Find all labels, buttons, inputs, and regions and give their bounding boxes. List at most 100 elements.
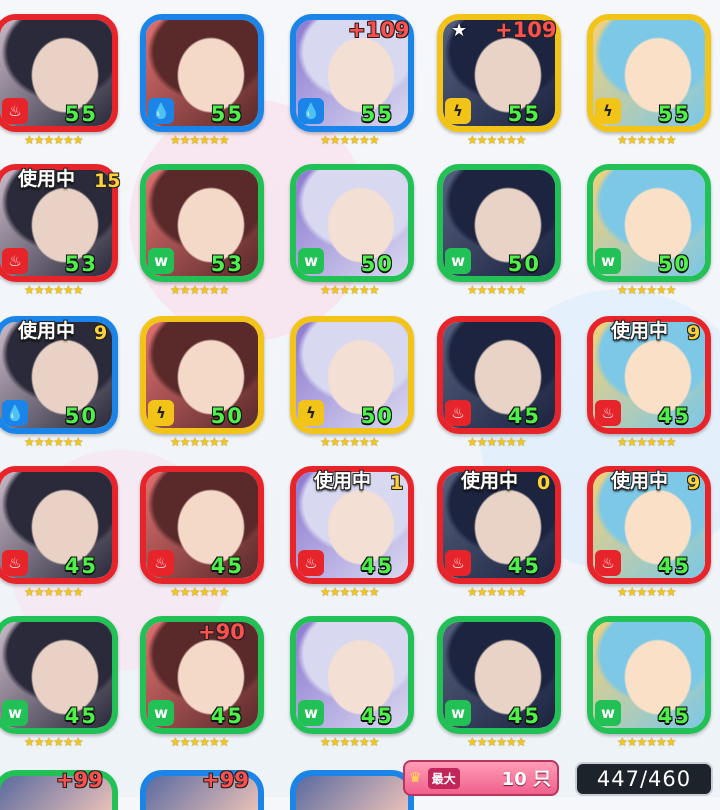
rarity-stars: ★★★★★★ xyxy=(24,585,84,599)
in-use-label: 使用中 xyxy=(611,320,669,342)
unit-card[interactable]: ᴡ 45 xyxy=(290,616,414,734)
unit-level: 45 xyxy=(360,554,394,578)
rarity-stars: ★★★★★★ xyxy=(617,133,677,147)
plus-value: +109 xyxy=(348,18,410,42)
leaf-icon: ᴡ xyxy=(445,248,471,274)
unit-level: 45 xyxy=(64,554,98,578)
leaf-icon: ᴡ xyxy=(148,248,174,274)
unit-level: 55 xyxy=(210,102,244,126)
favorite-star-icon: ★ xyxy=(451,20,468,41)
unit-card-partial[interactable] xyxy=(290,770,414,810)
unit-card[interactable]: ♨ 45 xyxy=(0,466,118,584)
max-selection-badge: ♛ 最大 10 只 xyxy=(403,760,559,796)
in-use-label: 使用中 xyxy=(611,470,669,492)
max-value: 10 只 xyxy=(501,769,551,790)
unit-card[interactable]: ᴡ 45 xyxy=(0,616,118,734)
unit-card[interactable]: ᴡ 50 xyxy=(437,164,561,282)
unit-card[interactable]: 💧 55 xyxy=(140,14,264,132)
rarity-stars: ★★★★★★ xyxy=(170,735,230,749)
leaf-icon: ᴡ xyxy=(595,700,621,726)
partial-counter: 15 xyxy=(94,170,121,192)
crown-icon: ♛ xyxy=(409,770,422,786)
unit-level: 45 xyxy=(507,404,541,428)
unit-level: 45 xyxy=(657,554,691,578)
unit-count: 447/460 xyxy=(575,762,713,796)
partial-counter: 9 xyxy=(687,322,701,344)
unit-level: 55 xyxy=(360,102,394,126)
in-use-label: 使用中 xyxy=(461,470,519,492)
unit-card[interactable]: ϟ 50 xyxy=(290,316,414,434)
unit-level: 55 xyxy=(507,102,541,126)
leaf-icon: ᴡ xyxy=(148,700,174,726)
rarity-stars: ★★★★★★ xyxy=(24,735,84,749)
plus-value: +90 xyxy=(198,620,245,644)
unit-level: 50 xyxy=(360,404,394,428)
unit-level: 55 xyxy=(657,102,691,126)
unit-level: 50 xyxy=(64,404,98,428)
unit-card[interactable]: ᴡ 53 xyxy=(140,164,264,282)
unit-level: 50 xyxy=(360,252,394,276)
unit-level: 53 xyxy=(64,252,98,276)
rarity-stars: ★★★★★★ xyxy=(24,283,84,297)
rarity-stars: ★★★★★★ xyxy=(617,585,677,599)
unit-card[interactable]: ♨ 45 xyxy=(140,466,264,584)
drop-icon: 💧 xyxy=(148,98,174,124)
flame-icon: ♨ xyxy=(148,550,174,576)
leaf-icon: ᴡ xyxy=(298,248,324,274)
plus-value: +109 xyxy=(495,18,557,42)
rarity-stars: ★★★★★★ xyxy=(467,133,527,147)
rarity-stars: ★★★★★★ xyxy=(170,435,230,449)
unit-level: 45 xyxy=(507,554,541,578)
rarity-stars: ★★★★★★ xyxy=(467,585,527,599)
rarity-stars: ★★★★★★ xyxy=(24,435,84,449)
flame-icon: ♨ xyxy=(2,550,28,576)
unit-level: 45 xyxy=(210,704,244,728)
flame-icon: ♨ xyxy=(445,550,471,576)
unit-level: 45 xyxy=(64,704,98,728)
partial-counter: 1 xyxy=(390,472,404,494)
flame-icon: ♨ xyxy=(298,550,324,576)
flame-icon: ♨ xyxy=(445,400,471,426)
rarity-stars: ★★★★★★ xyxy=(617,735,677,749)
rarity-stars: ★★★★★★ xyxy=(467,435,527,449)
unit-level: 45 xyxy=(657,404,691,428)
unit-level: 45 xyxy=(210,554,244,578)
unit-card[interactable]: ᴡ 50 xyxy=(587,164,711,282)
rarity-stars: ★★★★★★ xyxy=(467,735,527,749)
rarity-stars: ★★★★★★ xyxy=(617,435,677,449)
unit-card[interactable]: ♨ 55 xyxy=(0,14,118,132)
unit-card[interactable]: ᴡ 45 xyxy=(437,616,561,734)
unit-level: 45 xyxy=(657,704,691,728)
rarity-stars: ★★★★★★ xyxy=(320,133,380,147)
drop-icon: 💧 xyxy=(298,98,324,124)
unit-level: 50 xyxy=(210,404,244,428)
unit-level: 55 xyxy=(64,102,98,126)
plus-value: +99 xyxy=(56,768,103,792)
in-use-label: 使用中 xyxy=(18,168,76,190)
flame-icon: ♨ xyxy=(595,400,621,426)
drop-icon: 💧 xyxy=(2,400,28,426)
bolt-icon: ϟ xyxy=(298,400,324,426)
unit-level: 50 xyxy=(657,252,691,276)
plus-value: +99 xyxy=(202,768,249,792)
max-label: 最大 xyxy=(427,767,460,789)
unit-card[interactable]: ♨ 45 xyxy=(437,316,561,434)
partial-counter: 9 xyxy=(94,322,108,344)
in-use-label: 使用中 xyxy=(18,320,76,342)
rarity-stars: ★★★★★★ xyxy=(467,283,527,297)
unit-level: 45 xyxy=(507,704,541,728)
unit-card[interactable]: ϟ 55 xyxy=(587,14,711,132)
unit-card[interactable]: ᴡ 45 xyxy=(587,616,711,734)
unit-card[interactable]: ϟ 50 xyxy=(140,316,264,434)
leaf-icon: ᴡ xyxy=(595,248,621,274)
rarity-stars: ★★★★★★ xyxy=(320,283,380,297)
partial-counter: 9 xyxy=(687,472,701,494)
rarity-stars: ★★★★★★ xyxy=(617,283,677,297)
flame-icon: ♨ xyxy=(2,98,28,124)
rarity-stars: ★★★★★★ xyxy=(320,735,380,749)
rarity-stars: ★★★★★★ xyxy=(170,585,230,599)
partial-counter: 0 xyxy=(537,472,551,494)
unit-card[interactable]: ᴡ 50 xyxy=(290,164,414,282)
leaf-icon: ᴡ xyxy=(445,700,471,726)
unit-grid: ♨ 55 ★★★★★★ 💧 55 ★★★★★★ 💧 55 ★★★★★★ +109 ϟ 55 ★★★★★★… xyxy=(0,0,720,810)
